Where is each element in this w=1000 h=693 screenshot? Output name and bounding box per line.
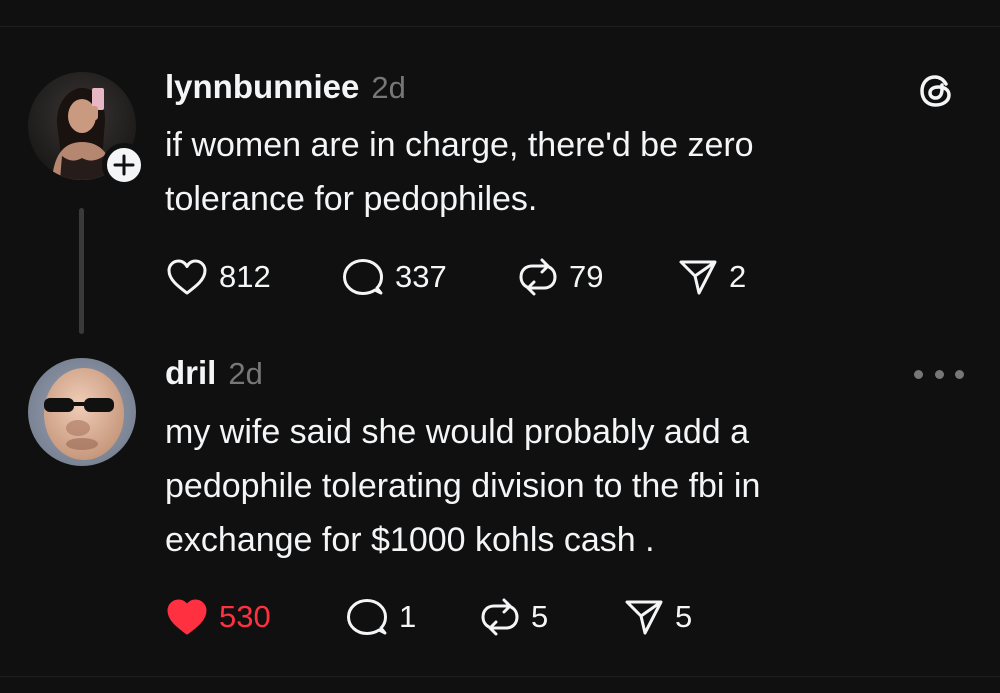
heart-icon (167, 599, 207, 635)
username[interactable]: lynnbunniee (165, 68, 359, 106)
bottom-divider (0, 676, 1000, 677)
share-button[interactable]: 2 (677, 257, 746, 297)
more-options-button[interactable] (914, 362, 964, 386)
repost-button[interactable]: 5 (479, 597, 623, 637)
threads-logo-icon[interactable] (916, 70, 958, 117)
share-count: 5 (675, 599, 693, 634)
timestamp[interactable]: 2d (371, 70, 405, 106)
more-horizontal-icon (934, 369, 944, 379)
follow-button[interactable] (102, 143, 146, 187)
send-icon (625, 600, 663, 635)
share-button[interactable]: 5 (623, 597, 692, 637)
send-icon (679, 260, 717, 295)
timestamp[interactable]: 2d (228, 356, 262, 392)
thread-connector-line (79, 208, 84, 334)
repost-button[interactable]: 79 (517, 257, 677, 297)
like-count: 812 (219, 259, 271, 294)
post-header: dril 2d (165, 354, 263, 394)
like-button[interactable]: 812 (165, 257, 341, 297)
reply-button[interactable]: 337 (341, 257, 517, 297)
comment-bubble-icon (347, 599, 387, 635)
top-divider (0, 26, 1000, 27)
plus-icon (113, 154, 135, 176)
share-count: 2 (729, 259, 747, 294)
post-header: lynnbunniee 2d (165, 68, 406, 108)
post-actions: 812 337 79 2 (165, 257, 746, 297)
reply-count: 1 (399, 599, 417, 634)
heart-icon (167, 259, 207, 295)
like-count: 530 (219, 599, 271, 634)
like-button[interactable]: 530 (165, 597, 345, 637)
post-body: my wife said she would probably add a pe… (165, 413, 761, 559)
more-horizontal-icon (955, 369, 964, 379)
more-horizontal-icon (914, 369, 923, 379)
repost-count: 5 (531, 599, 549, 634)
comment-bubble-icon (343, 259, 383, 295)
repost-icon (481, 598, 519, 636)
avatar-dril[interactable] (28, 358, 136, 466)
repost-icon (519, 258, 557, 296)
repost-count: 79 (569, 259, 604, 294)
reply-count: 337 (395, 259, 447, 294)
post-body: if women are in charge, there'd be zero … (165, 126, 754, 218)
post-actions: 530 1 5 5 (165, 597, 692, 637)
username[interactable]: dril (165, 354, 216, 392)
reply-button[interactable]: 1 (345, 597, 479, 637)
